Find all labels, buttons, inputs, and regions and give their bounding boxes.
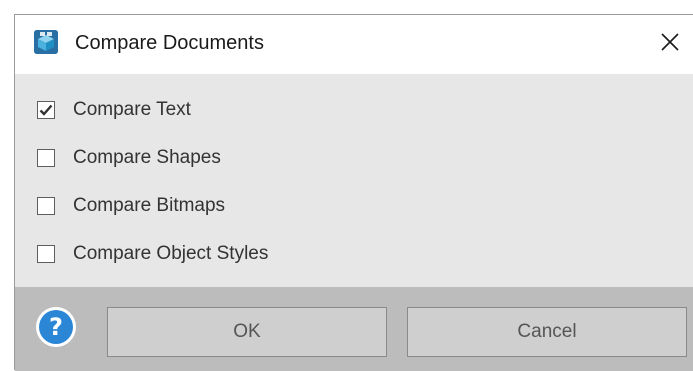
dialog-title: Compare Documents	[75, 32, 264, 54]
close-icon	[661, 33, 679, 51]
compare-bitmaps-label: Compare Bitmaps	[73, 195, 226, 216]
options-panel: Compare Text Compare Shapes Compare Bitm…	[15, 74, 693, 287]
option-compare-text[interactable]: Compare Text	[37, 96, 191, 124]
cancel-button[interactable]: Cancel	[407, 307, 687, 357]
compare-app-icon	[34, 30, 58, 54]
help-icon: ?	[39, 310, 73, 344]
compare-text-label: Compare Text	[73, 99, 191, 120]
title-bar: Compare Documents	[15, 15, 693, 74]
compare-object-styles-checkbox[interactable]	[37, 245, 55, 263]
option-compare-bitmaps[interactable]: Compare Bitmaps	[37, 192, 225, 220]
checkmark-icon	[39, 104, 53, 116]
compare-documents-dialog: Compare Documents Compare Text Compare S…	[14, 14, 693, 371]
button-bar: ? OK Cancel	[15, 287, 693, 371]
option-compare-shapes[interactable]: Compare Shapes	[37, 144, 221, 172]
option-compare-object-styles[interactable]: Compare Object Styles	[37, 240, 268, 268]
compare-text-checkbox[interactable]	[37, 101, 55, 119]
compare-bitmaps-checkbox[interactable]	[37, 197, 55, 215]
close-button[interactable]	[655, 27, 685, 57]
help-button[interactable]: ?	[36, 307, 76, 347]
compare-object-styles-label: Compare Object Styles	[73, 243, 269, 264]
ok-button[interactable]: OK	[107, 307, 387, 357]
compare-shapes-checkbox[interactable]	[37, 149, 55, 167]
compare-shapes-label: Compare Shapes	[73, 147, 221, 168]
